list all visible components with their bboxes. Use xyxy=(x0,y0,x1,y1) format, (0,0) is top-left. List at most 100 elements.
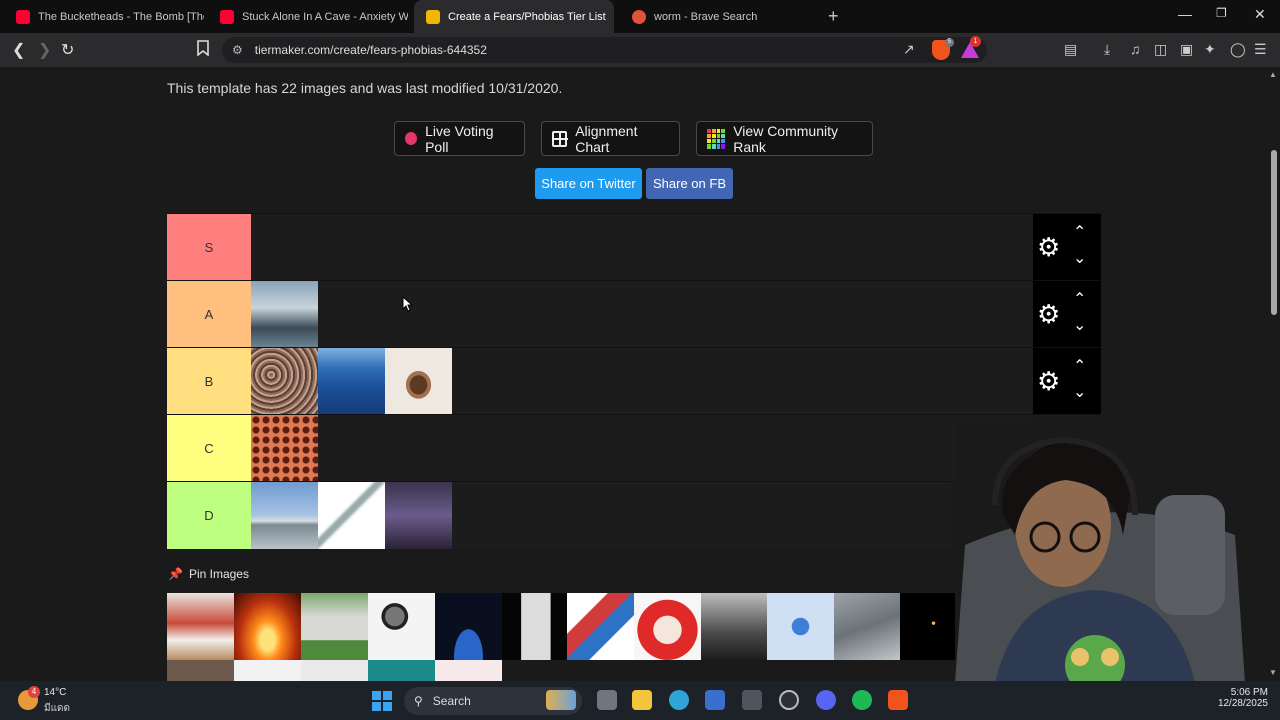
share-facebook-button[interactable]: Share on FB xyxy=(646,168,733,199)
chevron-up-icon[interactable]: ⌃ xyxy=(1073,222,1086,242)
pool-image-puppet[interactable] xyxy=(167,593,234,660)
bookmark-icon[interactable] xyxy=(197,40,209,61)
scrollbar-thumb[interactable] xyxy=(1271,150,1277,315)
pool-image-asteroid[interactable] xyxy=(435,593,502,660)
community-rank-button[interactable]: View Community Rank xyxy=(696,121,873,156)
tier-drop-zone[interactable] xyxy=(251,214,1033,281)
pool-image-partial[interactable] xyxy=(368,660,435,681)
spotify-icon[interactable] xyxy=(852,690,872,710)
weather-description[interactable]: มีแดด xyxy=(44,701,70,716)
tier-image-crowd[interactable] xyxy=(251,348,318,415)
download-icon[interactable]: ⤓ xyxy=(1104,41,1110,58)
gear-icon[interactable]: ⚙ xyxy=(1037,300,1060,328)
microsoft-store-icon[interactable] xyxy=(705,690,725,710)
tier-label[interactable]: A xyxy=(167,281,251,348)
browser-tab-bar: The Bucketheads - The Bomb [These Stuck … xyxy=(0,0,1280,33)
chevron-down-icon[interactable]: ⌄ xyxy=(1073,248,1086,268)
brave-browser-icon[interactable] xyxy=(888,690,908,710)
system-clock[interactable]: 5:06 PM 12/28/2025 xyxy=(1212,687,1268,709)
gear-icon[interactable]: ⚙ xyxy=(1037,233,1060,261)
tab-title: worm - Brave Search xyxy=(654,10,758,23)
pool-image-partial[interactable] xyxy=(234,660,301,681)
pool-image-man-portrait[interactable] xyxy=(701,593,768,660)
tier-label[interactable]: B xyxy=(167,348,251,415)
vpn-icon[interactable]: ◯ xyxy=(1230,41,1246,58)
gear-icon[interactable]: ⚙ xyxy=(1037,367,1060,395)
chevron-down-icon[interactable]: ⌄ xyxy=(1073,315,1086,335)
close-window-icon[interactable]: ✕ xyxy=(1254,6,1266,23)
pool-image-virus[interactable] xyxy=(767,593,834,660)
tier-image-lightning[interactable] xyxy=(385,482,452,549)
reload-icon[interactable]: ↻ xyxy=(61,40,74,60)
steam-icon[interactable] xyxy=(779,690,799,710)
pin-images-toggle[interactable]: 📌 Pin Images xyxy=(168,567,249,581)
webcam-overlay xyxy=(955,425,1245,683)
file-explorer-icon[interactable] xyxy=(632,690,652,710)
site-settings-icon[interactable]: ⚙ xyxy=(232,43,243,57)
tier-label[interactable]: C xyxy=(167,415,251,482)
pool-image-heights[interactable] xyxy=(834,593,901,660)
tier-controls: ⚙ ⌃ ⌄ xyxy=(1033,214,1101,281)
pin-images-label: Pin Images xyxy=(188,567,249,581)
chevron-up-icon[interactable]: ⌃ xyxy=(1073,356,1086,376)
tier-row-a: A ⚙ ⌃ ⌄ xyxy=(167,280,1101,348)
tier-label[interactable]: S xyxy=(167,214,251,281)
forward-icon[interactable]: ❯ xyxy=(38,40,51,60)
tier-image-shark[interactable] xyxy=(251,281,318,348)
wallet-icon[interactable]: ▣ xyxy=(1180,41,1193,58)
pool-image-grave[interactable] xyxy=(301,593,368,660)
tab-cave[interactable]: Stuck Alone In A Cave - Anxiety Warr xyxy=(208,0,408,33)
pool-image-microphone[interactable] xyxy=(368,593,435,660)
tier-image-spider[interactable] xyxy=(385,348,452,415)
clock-time: 5:06 PM xyxy=(1230,687,1268,698)
tier-image-airplane[interactable] xyxy=(251,482,318,549)
weather-temperature[interactable]: 14°C xyxy=(44,687,66,698)
live-voting-button[interactable]: Live Voting Poll xyxy=(394,121,525,156)
pool-image-partial[interactable] xyxy=(301,660,368,681)
windows-taskbar: 4 14°C มีแดด ⚲ Search 5:06 PM 12/28/2025 xyxy=(0,681,1280,720)
share-icon[interactable]: ↗ xyxy=(903,41,915,58)
tier-drop-zone[interactable] xyxy=(251,415,1033,482)
leo-ai-icon[interactable]: ✦ xyxy=(1204,41,1216,58)
minimize-icon[interactable]: — xyxy=(1178,6,1192,22)
scroll-down-icon[interactable]: ▼ xyxy=(1269,668,1277,677)
tier-image-holes[interactable] xyxy=(251,415,318,482)
scroll-up-icon[interactable]: ▲ xyxy=(1269,70,1277,79)
tab-tiermaker[interactable]: Create a Fears/Phobias Tier List ✕ xyxy=(414,0,614,33)
address-bar[interactable]: ⚙ tiermaker.com/create/fears-phobias-644… xyxy=(222,37,987,63)
clock-date: 12/28/2025 xyxy=(1217,698,1268,709)
menu-icon[interactable]: ☰ xyxy=(1254,41,1267,58)
reader-mode-icon[interactable]: ▤ xyxy=(1064,41,1077,58)
new-tab-button[interactable]: + xyxy=(828,6,839,27)
sidebar-icon[interactable]: ◫ xyxy=(1154,41,1167,58)
app-icon[interactable] xyxy=(742,690,762,710)
pool-image-partial[interactable] xyxy=(435,660,502,681)
share-twitter-button[interactable]: Share on Twitter xyxy=(535,168,642,199)
pool-image-window[interactable] xyxy=(502,593,569,660)
tier-drop-zone[interactable] xyxy=(251,281,1033,348)
media-icon[interactable]: ♫ xyxy=(1130,41,1141,57)
url-text: tiermaker.com/create/fears-phobias-64435… xyxy=(254,43,487,57)
pool-image-knot[interactable] xyxy=(567,593,634,660)
chevron-up-icon[interactable]: ⌃ xyxy=(1073,289,1086,309)
tier-image-syringe[interactable] xyxy=(318,482,385,549)
alignment-chart-button[interactable]: Alignment Chart xyxy=(541,121,680,156)
pool-image-fire[interactable] xyxy=(234,593,301,660)
pool-image-partial[interactable] xyxy=(167,660,234,681)
chevron-down-icon[interactable]: ⌄ xyxy=(1073,382,1086,402)
copilot-highlight-icon[interactable] xyxy=(546,690,576,710)
back-icon[interactable]: ❮ xyxy=(12,40,25,60)
tab-bucketheads[interactable]: The Bucketheads - The Bomb [These xyxy=(4,0,204,33)
tier-label[interactable]: D xyxy=(167,482,251,549)
tiermaker-icon xyxy=(426,9,440,24)
tier-image-ocean[interactable] xyxy=(318,348,385,415)
shield-count-badge: 5 xyxy=(945,38,954,47)
discord-icon[interactable] xyxy=(816,690,836,710)
task-view-icon[interactable] xyxy=(597,690,617,710)
tab-brave-search[interactable]: worm - Brave Search xyxy=(620,0,820,33)
edge-icon[interactable] xyxy=(669,690,689,710)
restore-icon[interactable]: ❐ xyxy=(1216,6,1227,20)
button-label: Live Voting Poll xyxy=(425,122,494,155)
windows-start-icon[interactable] xyxy=(372,691,392,711)
pool-image-clown[interactable] xyxy=(634,593,701,660)
